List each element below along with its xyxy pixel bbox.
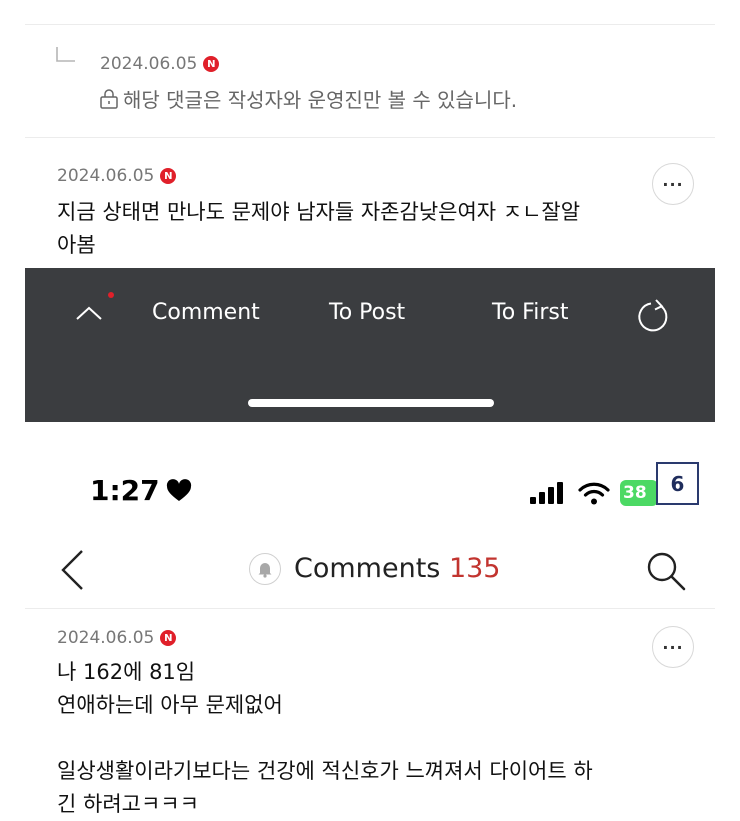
comment-date-row: 2024.06.05 N xyxy=(57,166,177,186)
lock-icon xyxy=(100,88,118,109)
private-reply-text: 해당 댓글은 작성자와 운영진만 볼 수 있습니다. xyxy=(123,88,518,112)
comment-text-line: 일상생활이라기보다는 건강에 적신호가 느껴져서 다이어트 하 xyxy=(57,759,593,783)
to-post-button[interactable]: To Post xyxy=(329,300,405,325)
to-first-button[interactable]: To First xyxy=(492,300,568,325)
bell-badge[interactable] xyxy=(249,553,281,585)
refresh-icon[interactable] xyxy=(634,297,672,335)
comment-text-line: 긴 하려고ㅋㅋㅋ xyxy=(57,792,199,816)
reply-date: 2024.06.05 xyxy=(100,54,198,74)
search-icon[interactable] xyxy=(645,550,687,592)
status-time-row: 1:27 xyxy=(90,474,192,507)
comment-nav-button[interactable]: Comment xyxy=(152,300,260,325)
bell-icon xyxy=(258,563,272,578)
home-indicator[interactable] xyxy=(248,399,494,407)
comment-text-line: 나 162에 81임 xyxy=(57,660,196,684)
comment-date: 2024.06.05 xyxy=(57,628,155,648)
notification-dot xyxy=(108,292,114,298)
comment-more-button[interactable]: ··· xyxy=(652,163,694,205)
divider-2 xyxy=(25,608,715,609)
reply-date-row: 2024.06.05 N xyxy=(100,54,220,74)
new-badge: N xyxy=(160,630,177,646)
new-badge: N xyxy=(160,168,177,184)
page-title: Comments 135 xyxy=(294,553,501,584)
divider-1 xyxy=(25,137,715,138)
more-icon: ··· xyxy=(662,174,684,194)
comment-date: 2024.06.05 xyxy=(57,166,155,186)
comment-text: 나 162에 81임 연애하는데 아무 문제없어 일상생활이라기보다는 건강에 … xyxy=(57,656,677,821)
signal-icon xyxy=(530,482,563,504)
page-number: 6 xyxy=(670,471,685,496)
title-label: Comments xyxy=(294,553,441,584)
page-badge: 6 xyxy=(656,462,699,505)
back-icon[interactable] xyxy=(58,548,86,592)
comment-text: 지금 상태면 만나도 문제야 남자들 자존감낮은여자 ㅈㄴ잘알 아봄 xyxy=(57,196,657,262)
new-badge: N xyxy=(203,56,220,72)
wifi-icon xyxy=(578,482,610,505)
private-reply-row: 해당 댓글은 작성자와 운영진만 볼 수 있습니다. xyxy=(99,84,517,113)
comment-text-line: 지금 상태면 만나도 문제야 남자들 자존감낮은여자 ㅈㄴ잘알 xyxy=(57,200,581,224)
comment-text-line: 아봄 xyxy=(57,233,96,257)
chevron-up-icon[interactable] xyxy=(74,304,104,322)
more-icon: ··· xyxy=(662,637,684,657)
heart-icon xyxy=(166,478,191,501)
battery-level: 38 xyxy=(623,483,647,503)
comment-count: 135 xyxy=(448,553,501,584)
comment-date-row: 2024.06.05 N xyxy=(57,628,177,648)
status-time: 1:27 xyxy=(90,474,160,507)
comment-text-line: 연애하는데 아무 문제없어 xyxy=(57,693,283,717)
reply-arrow-icon xyxy=(56,47,75,62)
battery-indicator: 38 xyxy=(620,480,658,506)
divider-top xyxy=(25,24,715,25)
